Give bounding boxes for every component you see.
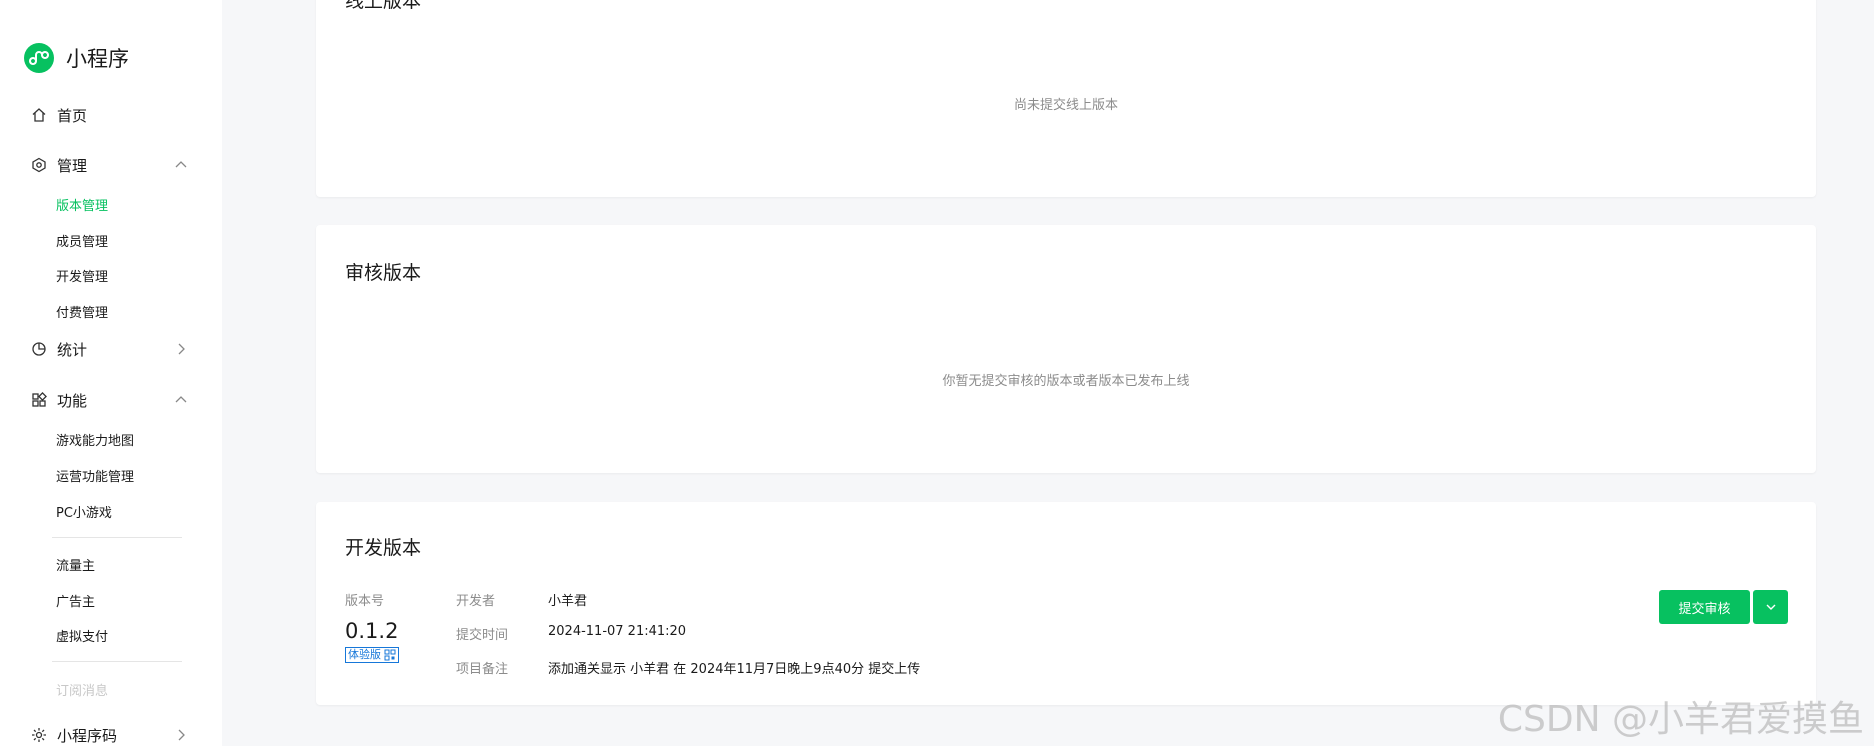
chevron-up-icon xyxy=(175,396,187,403)
trial-version-badge[interactable]: 体验版 xyxy=(345,647,399,663)
project-note-value: 添加通关显示 小羊君 在 2024年11月7日晚上9点40分 提交上传 xyxy=(548,662,921,677)
submit-time-value: 2024-11-07 21:41:20 xyxy=(548,624,687,639)
sun-code-icon xyxy=(30,726,48,744)
chevron-down-icon xyxy=(1766,604,1775,610)
submit-review-dropdown-button[interactable] xyxy=(1753,590,1788,624)
settings-hex-icon xyxy=(30,156,48,174)
miniprogram-logo-icon xyxy=(24,43,54,73)
sidebar-item-manage[interactable]: 管理 xyxy=(30,153,190,177)
submit-time-label: 提交时间 xyxy=(456,628,509,643)
sidebar-subitem-dev-manage[interactable]: 开发管理 xyxy=(56,266,108,285)
sidebar: 小程序 首页 管理 版本管理 成员管理 开发管理 付费管理 统计 功能 游戏能力… xyxy=(0,0,222,746)
dev-version-title: 开发版本 xyxy=(345,537,422,559)
qrcode-icon xyxy=(384,649,396,661)
brand-name: 小程序 xyxy=(66,47,129,71)
online-version-empty-text: 尚未提交线上版本 xyxy=(1013,98,1118,113)
sidebar-subitem-version-manage[interactable]: 版本管理 xyxy=(56,195,108,214)
brand[interactable]: 小程序 xyxy=(24,43,129,73)
review-version-card: 审核版本 你暂无提交审核的版本或者版本已发布上线 xyxy=(316,225,1816,473)
chevron-up-icon xyxy=(175,161,187,168)
sidebar-subitem-traffic-master[interactable]: 流量主 xyxy=(56,555,95,574)
review-version-title: 审核版本 xyxy=(345,262,422,284)
sidebar-item-label: 管理 xyxy=(57,156,88,175)
submit-review-button[interactable]: 提交审核 xyxy=(1659,590,1750,624)
grid-apps-icon xyxy=(30,391,48,409)
sidebar-subitem-advertiser[interactable]: 广告主 xyxy=(56,591,95,610)
home-icon xyxy=(30,106,48,124)
chevron-right-icon xyxy=(178,729,185,741)
sidebar-item-qrcode[interactable]: 小程序码 xyxy=(30,723,190,746)
sidebar-item-label: 小程序码 xyxy=(57,726,118,745)
sidebar-subitem-pc-minigame[interactable]: PC小游戏 xyxy=(56,502,112,521)
sidebar-subitem-member-manage[interactable]: 成员管理 xyxy=(56,231,108,250)
sidebar-item-label: 首页 xyxy=(57,106,88,125)
csdn-watermark: CSDN @小羊君爱摸鱼 xyxy=(1497,699,1864,740)
sidebar-item-label: 功能 xyxy=(57,391,88,410)
sidebar-divider xyxy=(52,661,182,662)
version-number-label: 版本号 xyxy=(345,594,385,609)
chevron-right-icon xyxy=(178,343,185,355)
sidebar-subitem-payment-manage[interactable]: 付费管理 xyxy=(56,302,108,321)
project-note-label: 项目备注 xyxy=(456,662,509,677)
sidebar-item-stats[interactable]: 统计 xyxy=(30,337,190,361)
dev-version-card: 开发版本 版本号 0.1.2 体验版 开发者 小羊君 提交时间 2024-11-… xyxy=(316,502,1816,705)
pie-chart-icon xyxy=(30,340,48,358)
developer-value: 小羊君 xyxy=(548,594,588,609)
sidebar-item-features[interactable]: 功能 xyxy=(30,388,190,412)
sidebar-divider xyxy=(52,537,182,538)
online-version-card: 线上版本 尚未提交线上版本 xyxy=(316,0,1816,197)
trial-version-badge-label: 体验版 xyxy=(348,648,381,661)
online-version-title: 线上版本 xyxy=(345,0,422,12)
sidebar-subitem-ops-feature-manage[interactable]: 运营功能管理 xyxy=(56,466,134,485)
version-number: 0.1.2 xyxy=(345,619,399,643)
review-version-empty-text: 你暂无提交审核的版本或者版本已发布上线 xyxy=(942,374,1190,389)
sidebar-item-label: 统计 xyxy=(57,340,88,359)
sidebar-subitem-subscription-message[interactable]: 订阅消息 xyxy=(56,680,108,699)
developer-label: 开发者 xyxy=(456,594,496,609)
sidebar-subitem-virtual-payment[interactable]: 虚拟支付 xyxy=(56,626,108,645)
sidebar-subitem-game-ability-map[interactable]: 游戏能力地图 xyxy=(56,430,134,449)
sidebar-item-home[interactable]: 首页 xyxy=(30,103,190,127)
